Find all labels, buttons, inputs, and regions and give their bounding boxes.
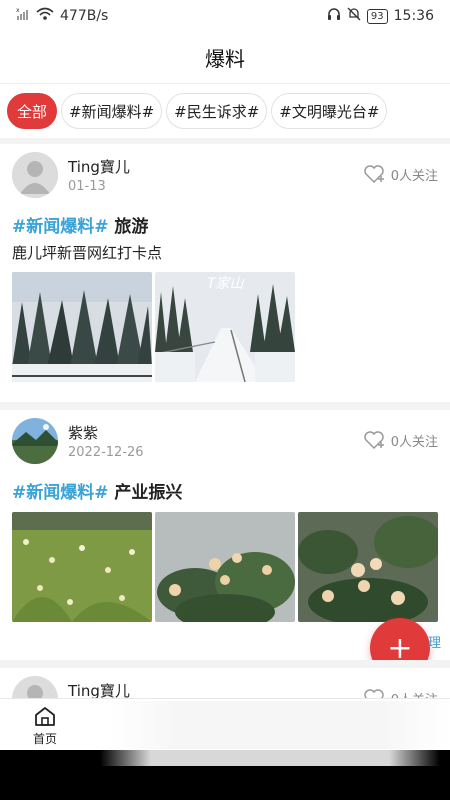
avatar[interactable]: [12, 676, 58, 698]
clipped-link-text[interactable]: 理: [428, 632, 441, 651]
follow-button[interactable]: 0人关注: [363, 164, 438, 184]
post-tag[interactable]: #新闻爆料#: [12, 483, 109, 503]
svg-text:x: x: [16, 7, 20, 14]
bottom-nav: 首页: [0, 698, 450, 751]
card-divider: [0, 660, 450, 668]
post-photo[interactable]: [298, 512, 438, 622]
status-left: x 477B/s: [16, 7, 108, 25]
avatar[interactable]: [12, 418, 58, 464]
network-speed: 477B/s: [60, 8, 109, 24]
avatar[interactable]: [12, 152, 58, 198]
post-photo[interactable]: [12, 272, 152, 382]
status-right: 93 15:36: [327, 7, 434, 25]
post-title[interactable]: #新闻爆料# 旅游: [12, 212, 148, 237]
nav-home-label: 首页: [32, 732, 57, 746]
headset-icon: [327, 7, 341, 25]
nav-placeholder: [110, 701, 450, 749]
tab-civility-exposure[interactable]: #文明曝光台#: [271, 93, 388, 129]
tab-livelihood[interactable]: #民生诉求#: [166, 93, 268, 129]
nav-bar-glow: [100, 750, 440, 766]
follow-count: 0人关注: [391, 689, 438, 699]
system-nav-bar: [0, 750, 450, 800]
heart-plus-icon: [363, 689, 384, 698]
wifi-icon: [36, 7, 54, 25]
clock: 15:36: [393, 8, 434, 24]
tab-news-tips[interactable]: #新闻爆料#: [61, 93, 163, 129]
nav-home[interactable]: 首页: [22, 705, 68, 747]
tab-all[interactable]: 全部: [7, 93, 58, 129]
follow-count: 0人关注: [390, 434, 438, 450]
page-header: 爆料: [0, 32, 450, 84]
post-tag[interactable]: #新闻爆料#: [12, 217, 109, 237]
post-date: 01-13: [68, 179, 106, 194]
post-title[interactable]: #新闻爆料# 产业振兴: [12, 478, 182, 503]
post-card[interactable]: Ting寶儿 01-13 0人关注 #新闻爆料# 旅游 鹿儿坪新晋网红打卡点 T…: [0, 144, 450, 402]
follow-count: 0人关注: [390, 168, 438, 184]
post-title-text: 产业振兴: [114, 483, 183, 503]
page-title: 爆料: [205, 47, 245, 71]
post-date: 2022-12-26: [68, 445, 144, 460]
post-photo[interactable]: T家山: [155, 272, 295, 382]
heart-plus-icon: [363, 431, 384, 450]
post-title-text: 旅游: [114, 217, 149, 237]
photo-overlay-text: T家山: [207, 276, 245, 292]
post-photo[interactable]: [12, 512, 152, 622]
mute-bell-icon: [347, 7, 361, 25]
follow-button[interactable]: 0人关注: [363, 430, 438, 450]
signal-icon: x: [16, 7, 30, 25]
post-text: 鹿儿坪新晋网红打卡点: [12, 244, 163, 262]
heart-plus-icon: [363, 165, 384, 184]
username[interactable]: Ting寶儿: [68, 680, 130, 698]
username[interactable]: 紫紫: [68, 422, 98, 443]
battery-indicator: 93: [366, 8, 388, 24]
post-card[interactable]: Ting寶儿 0人关注: [0, 668, 450, 698]
home-icon: [35, 707, 55, 726]
status-bar: x 477B/s 93 15:36: [0, 0, 450, 32]
post-photo[interactable]: [155, 512, 295, 622]
username[interactable]: Ting寶儿: [68, 156, 130, 177]
card-divider: [0, 402, 450, 410]
category-tabs: 全部 #新闻爆料# #民生诉求# #文明曝光台#: [0, 84, 450, 144]
follow-button[interactable]: 0人关注: [363, 688, 438, 698]
